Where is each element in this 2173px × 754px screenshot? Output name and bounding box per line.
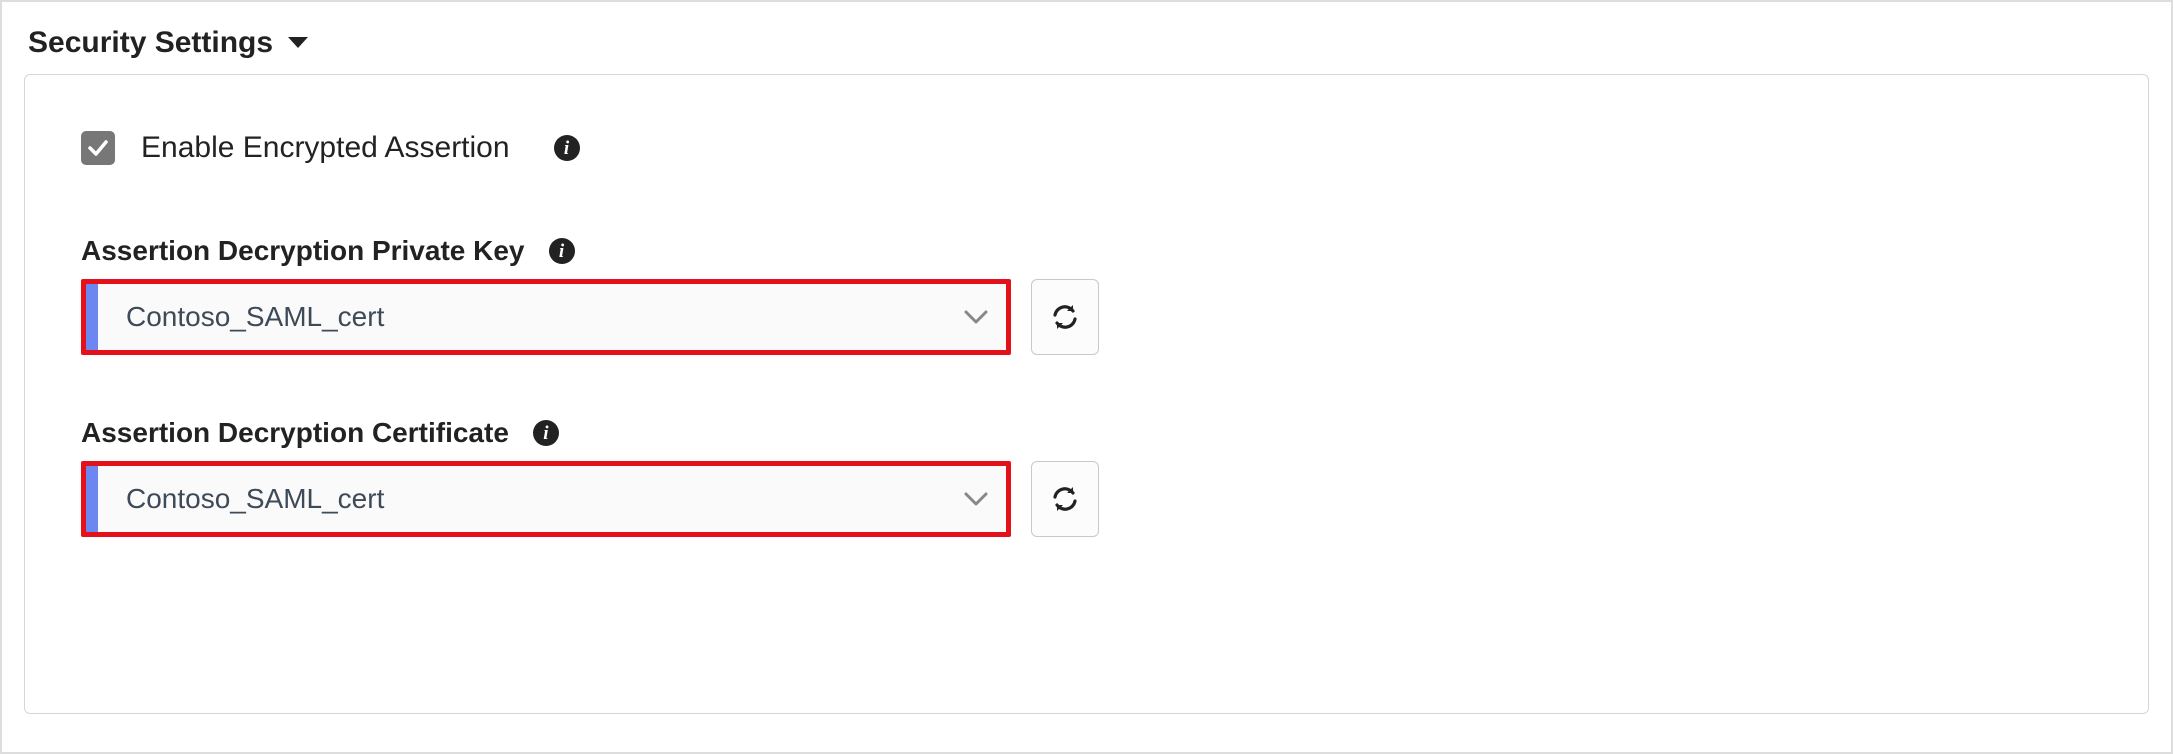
certificate-field: Assertion Decryption Certificate i Conto… (81, 417, 2092, 537)
enable-encrypted-assertion-row: Enable Encrypted Assertion i (81, 131, 2092, 165)
certificate-select[interactable]: Contoso_SAML_cert (81, 461, 1011, 537)
select-accent-bar (86, 284, 98, 350)
section-title: Security Settings (28, 26, 273, 60)
certificate-label: Assertion Decryption Certificate (81, 417, 509, 449)
certificate-value: Contoso_SAML_cert (98, 466, 946, 532)
settings-panel: Enable Encrypted Assertion i Assertion D… (24, 74, 2149, 714)
private-key-label: Assertion Decryption Private Key (81, 235, 525, 267)
chevron-down-icon (946, 284, 1006, 350)
private-key-refresh-button[interactable] (1031, 279, 1099, 355)
select-accent-bar (86, 466, 98, 532)
caret-down-icon (287, 36, 309, 50)
security-settings-container: Security Settings Enable Encrypted Asser… (0, 0, 2173, 754)
enable-encrypted-assertion-label: Enable Encrypted Assertion (141, 131, 510, 165)
info-icon[interactable]: i (533, 420, 559, 446)
enable-encrypted-assertion-checkbox[interactable] (81, 131, 115, 165)
section-header[interactable]: Security Settings (2, 2, 2171, 74)
private-key-select[interactable]: Contoso_SAML_cert (81, 279, 1011, 355)
chevron-down-icon (946, 466, 1006, 532)
private-key-value: Contoso_SAML_cert (98, 284, 946, 350)
certificate-refresh-button[interactable] (1031, 461, 1099, 537)
private-key-field: Assertion Decryption Private Key i Conto… (81, 235, 2092, 355)
info-icon[interactable]: i (549, 238, 575, 264)
info-icon[interactable]: i (554, 135, 580, 161)
